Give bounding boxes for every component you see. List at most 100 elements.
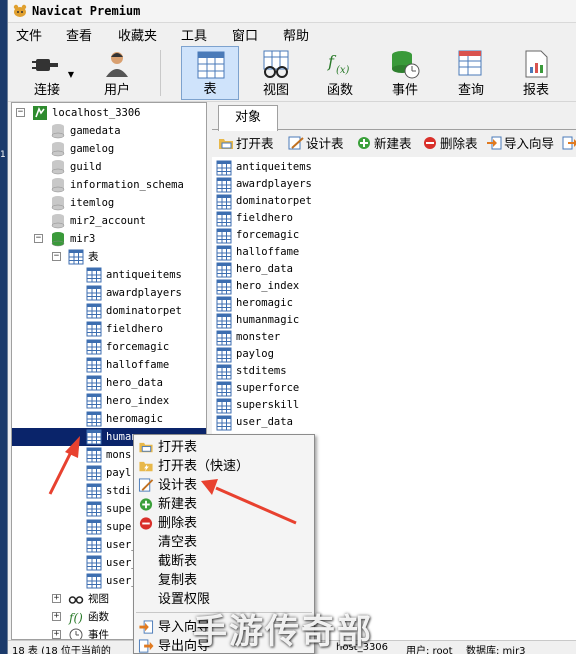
table-icon <box>216 347 232 363</box>
table-icon <box>216 160 232 176</box>
dropdown-arrow-icon[interactable]: ▼ <box>68 70 74 79</box>
tree-label: antiqueitems <box>106 269 182 281</box>
tree-expander[interactable]: + <box>52 612 61 621</box>
tree-table-heromagic[interactable]: heromagic <box>12 410 206 428</box>
design-table-button[interactable]: 设计表 <box>288 135 344 153</box>
tree-table-dominatorpet[interactable]: dominatorpet <box>12 302 206 320</box>
table-icon <box>86 267 102 283</box>
ctx-item-3[interactable]: 新建表 <box>134 495 314 514</box>
window-title: Navicat Premium <box>32 4 141 18</box>
tree-tables-folder[interactable]: − 表 <box>12 248 206 266</box>
tree-connection[interactable]: − localhost_3306 <box>12 104 206 122</box>
tree-table-antiqueitems[interactable]: antiqueitems <box>12 266 206 284</box>
object-label: hero_data <box>236 263 293 275</box>
table-icon <box>86 447 102 463</box>
object-label: superskill <box>236 399 300 411</box>
table-icon <box>86 321 102 337</box>
ctx-label: 打开表 <box>158 440 198 455</box>
tree-table-halloffame[interactable]: halloffame <box>12 356 206 374</box>
menu-view[interactable]: 查看 <box>66 25 92 44</box>
tree-database-gamedata[interactable]: gamedata <box>12 122 206 140</box>
table-icon <box>216 364 232 380</box>
tree-database-mir2_account[interactable]: mir2_account <box>12 212 206 230</box>
ctx-item-6[interactable]: 截断表 <box>134 552 314 571</box>
tree-table-fieldhero[interactable]: fieldhero <box>12 320 206 338</box>
tree-database-gamelog[interactable]: gamelog <box>12 140 206 158</box>
tree-database-itemlog[interactable]: itemlog <box>12 194 206 212</box>
object-label: stditems <box>236 365 287 377</box>
view-button[interactable]: 视图 <box>247 46 305 100</box>
open-table-icon <box>139 442 153 453</box>
table-icon <box>86 537 102 553</box>
tree-table-hero_data[interactable]: hero_data <box>12 374 206 392</box>
tree-table-hero_index[interactable]: hero_index <box>12 392 206 410</box>
design-table-icon <box>288 136 304 150</box>
tree-table-awardplayers[interactable]: awardplayers <box>12 284 206 302</box>
export-wizard-icon <box>138 639 154 653</box>
table-icon <box>86 429 102 445</box>
status-database: 数据库: mir3 <box>466 646 526 654</box>
ctx-item-0[interactable]: 打开表 <box>134 438 314 457</box>
tree-database-guild[interactable]: guild <box>12 158 206 176</box>
table-icon <box>216 194 232 210</box>
ctx-item-4[interactable]: 删除表 <box>134 514 314 533</box>
tree-database-information_schema[interactable]: information_schema <box>12 176 206 194</box>
table-button[interactable]: 表 <box>181 46 239 100</box>
user-button[interactable]: 用户 <box>88 46 146 100</box>
table-icon <box>216 415 232 431</box>
export-wizard-button-partial[interactable] <box>562 135 576 153</box>
user-icon <box>106 52 128 77</box>
tab-objects[interactable]: 对象 <box>218 105 278 131</box>
table-icon <box>86 357 102 373</box>
tree-expander[interactable]: − <box>34 234 43 243</box>
tree-table-forcemagic[interactable]: forcemagic <box>12 338 206 356</box>
tree-label: guild <box>70 161 102 173</box>
new-table-button[interactable]: 新建表 <box>356 135 412 153</box>
tree-expander[interactable]: − <box>16 108 25 117</box>
delete-table-button[interactable]: 删除表 <box>422 135 478 153</box>
menu-favorites[interactable]: 收藏夹 <box>118 25 157 44</box>
tree-label: supe <box>106 503 132 515</box>
function-button[interactable]: f (x) 函数 <box>311 46 369 100</box>
tree-label: hero_index <box>106 395 170 407</box>
menu-help[interactable]: 帮助 <box>283 25 309 44</box>
ctx-item-7[interactable]: 复制表 <box>134 571 314 590</box>
tree-label: dominatorpet <box>106 305 182 317</box>
object-toolbar: 打开表 设计表 新建表 删除表 导入向导 <box>212 131 576 157</box>
object-label: humanmagic <box>236 314 300 326</box>
event-button[interactable]: 事件 <box>376 46 434 100</box>
ctx-item-5[interactable]: 清空表 <box>134 533 314 552</box>
ctx-item-2[interactable]: 设计表 <box>134 476 314 495</box>
tree-database-mir3[interactable]: − mir3 <box>12 230 206 248</box>
table-icon <box>216 228 232 244</box>
connection-icon <box>33 106 47 120</box>
report-button[interactable]: 报表 <box>507 46 565 100</box>
table-icon <box>86 573 102 589</box>
menu-window[interactable]: 窗口 <box>232 25 258 44</box>
tree-label: gamedata <box>70 125 121 137</box>
table-icon <box>216 296 232 312</box>
database-icon <box>51 124 65 139</box>
import-wizard-icon <box>487 136 502 150</box>
tree-label: mir3 <box>70 233 96 245</box>
menu-tools[interactable]: 工具 <box>181 25 207 44</box>
tree-label: fieldhero <box>106 323 163 335</box>
open-table-button[interactable]: 打开表 <box>218 135 274 153</box>
tree-expander[interactable]: + <box>52 630 61 639</box>
table-icon <box>216 381 232 397</box>
ctx-label: 设计表 <box>158 478 198 493</box>
tree-label: itemlog <box>70 197 115 209</box>
object-label: paylog <box>236 348 274 360</box>
import-wizard-button[interactable]: 导入向导 <box>486 135 554 153</box>
tree-label: heromagic <box>106 413 163 425</box>
tree-expander[interactable]: + <box>52 594 61 603</box>
plug-icon <box>32 59 58 71</box>
table-icon <box>86 339 102 355</box>
tree-expander[interactable]: − <box>52 252 61 261</box>
query-button[interactable]: 查询 <box>442 46 500 100</box>
ctx-label: 打开表（快速） <box>158 459 250 474</box>
ctx-item-1[interactable]: 打开表（快速） <box>134 457 314 476</box>
menu-file[interactable]: 文件 <box>16 25 42 44</box>
table-icon <box>216 398 232 414</box>
connect-button[interactable]: 连接 ▼ <box>18 46 76 100</box>
